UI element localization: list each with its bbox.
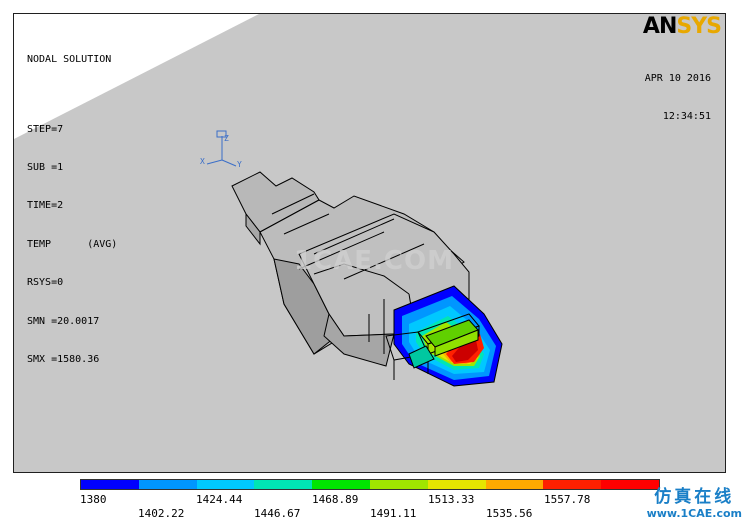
solution-title: NODAL SOLUTION bbox=[27, 53, 112, 65]
triad-x-label: X bbox=[200, 157, 205, 166]
legend-swatch bbox=[254, 480, 313, 489]
legend-label-top: 1557.78 bbox=[544, 493, 591, 506]
date-value: APR 10 2016 bbox=[644, 72, 711, 84]
time-stamp-value: 12:34:51 bbox=[662, 110, 711, 122]
legend-label-bottom: 1402.22 bbox=[138, 507, 185, 520]
time-value: TIME=2 bbox=[27, 200, 64, 212]
info-panel: NODAL SOLUTION STEP=7 SUB =1 TIME=2 TEMP… bbox=[27, 28, 117, 392]
smn-value: SMN =20.0017 bbox=[27, 315, 100, 327]
site-brand-cn: 仿真在线 bbox=[654, 487, 735, 507]
legend-swatch bbox=[427, 480, 486, 489]
coordinate-triad bbox=[206, 130, 237, 167]
watermark-text: 1CAE.COM bbox=[294, 246, 454, 276]
rsys-value: RSYS=0 bbox=[27, 277, 64, 289]
graphics-viewport[interactable]: NODAL SOLUTION STEP=7 SUB =1 TIME=2 TEMP… bbox=[13, 13, 726, 473]
legend-label-bottom: 1535.56 bbox=[486, 507, 533, 520]
site-brand: 仿真在线 www.1CAE.com bbox=[647, 482, 742, 520]
legend-label-top: 1513.33 bbox=[428, 493, 475, 506]
sub-value: SUB =1 bbox=[27, 161, 64, 173]
model-canvas bbox=[14, 14, 503, 387]
legend-label-top: 1424.44 bbox=[196, 493, 243, 506]
site-brand-url: www.1CAE.com bbox=[646, 507, 742, 520]
legend-label-bottom: 1446.67 bbox=[254, 507, 301, 520]
contour-legend: 1380 1424.44 1468.89 1513.33 1557.78 1402.22 1… bbox=[80, 479, 660, 522]
triad-z-label: Z bbox=[224, 134, 229, 143]
legend-swatch bbox=[138, 480, 197, 489]
smx-value: SMX =1580.36 bbox=[27, 353, 100, 365]
legend-color-bar bbox=[80, 479, 660, 490]
temp-value: TEMP (AVG) bbox=[27, 238, 118, 250]
legend-swatch bbox=[485, 480, 544, 489]
legend-label-top: 1380 bbox=[80, 493, 107, 506]
legend-swatch bbox=[312, 480, 370, 489]
legend-swatch bbox=[369, 480, 428, 489]
step-value: STEP=7 bbox=[27, 123, 64, 135]
triad-y-label: Y bbox=[237, 160, 242, 169]
legend-label-bottom: 1491.11 bbox=[370, 507, 417, 520]
legend-swatch bbox=[81, 480, 139, 489]
date-stamp: APR 10 2016 12:34:51 bbox=[645, 47, 711, 149]
legend-label-top: 1468.89 bbox=[312, 493, 359, 506]
legend-swatch bbox=[196, 480, 255, 489]
legend-swatch bbox=[543, 480, 602, 489]
ansys-logo: ANSYS bbox=[642, 14, 722, 39]
